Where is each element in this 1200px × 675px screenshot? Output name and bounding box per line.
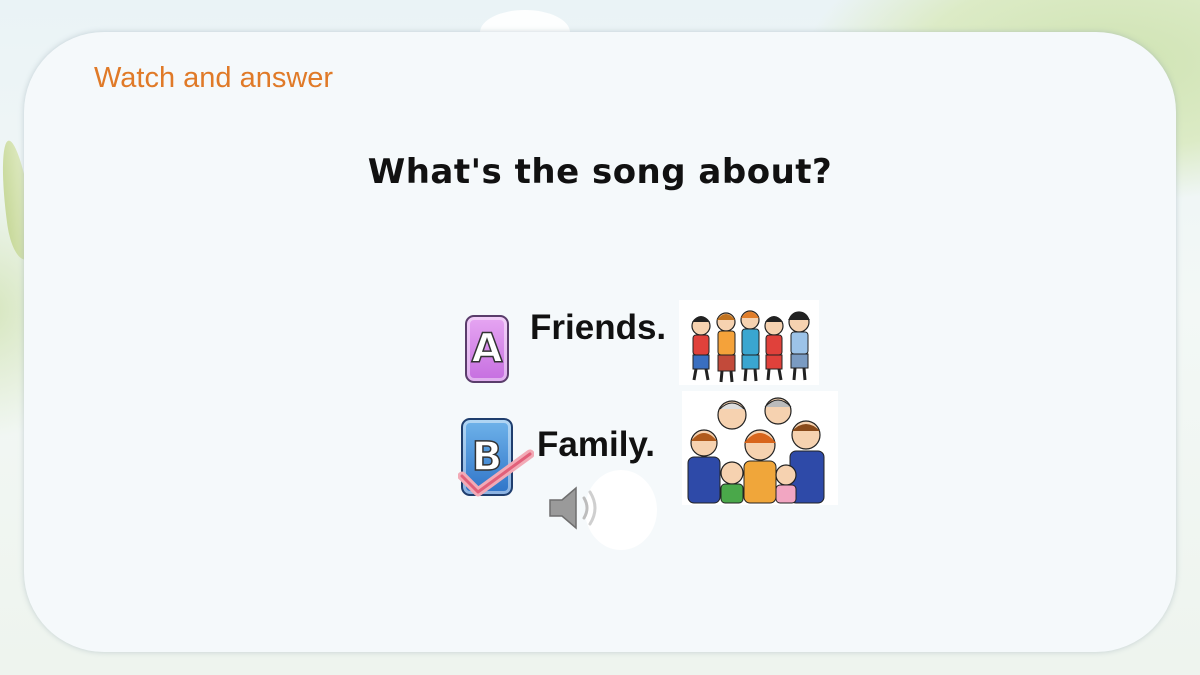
option-b-text[interactable]: Family. — [537, 425, 655, 465]
slide-heading: Watch and answer — [94, 62, 334, 94]
option-a-letter: A — [471, 325, 503, 373]
question-text: What's the song about? — [367, 152, 833, 192]
friends-picture — [679, 300, 819, 385]
speaker-icon[interactable] — [544, 476, 608, 540]
option-a-text[interactable]: Friends. — [530, 308, 666, 348]
checkmark-icon — [458, 449, 534, 497]
option-a-badge[interactable]: A — [465, 315, 509, 383]
family-picture — [682, 391, 838, 505]
